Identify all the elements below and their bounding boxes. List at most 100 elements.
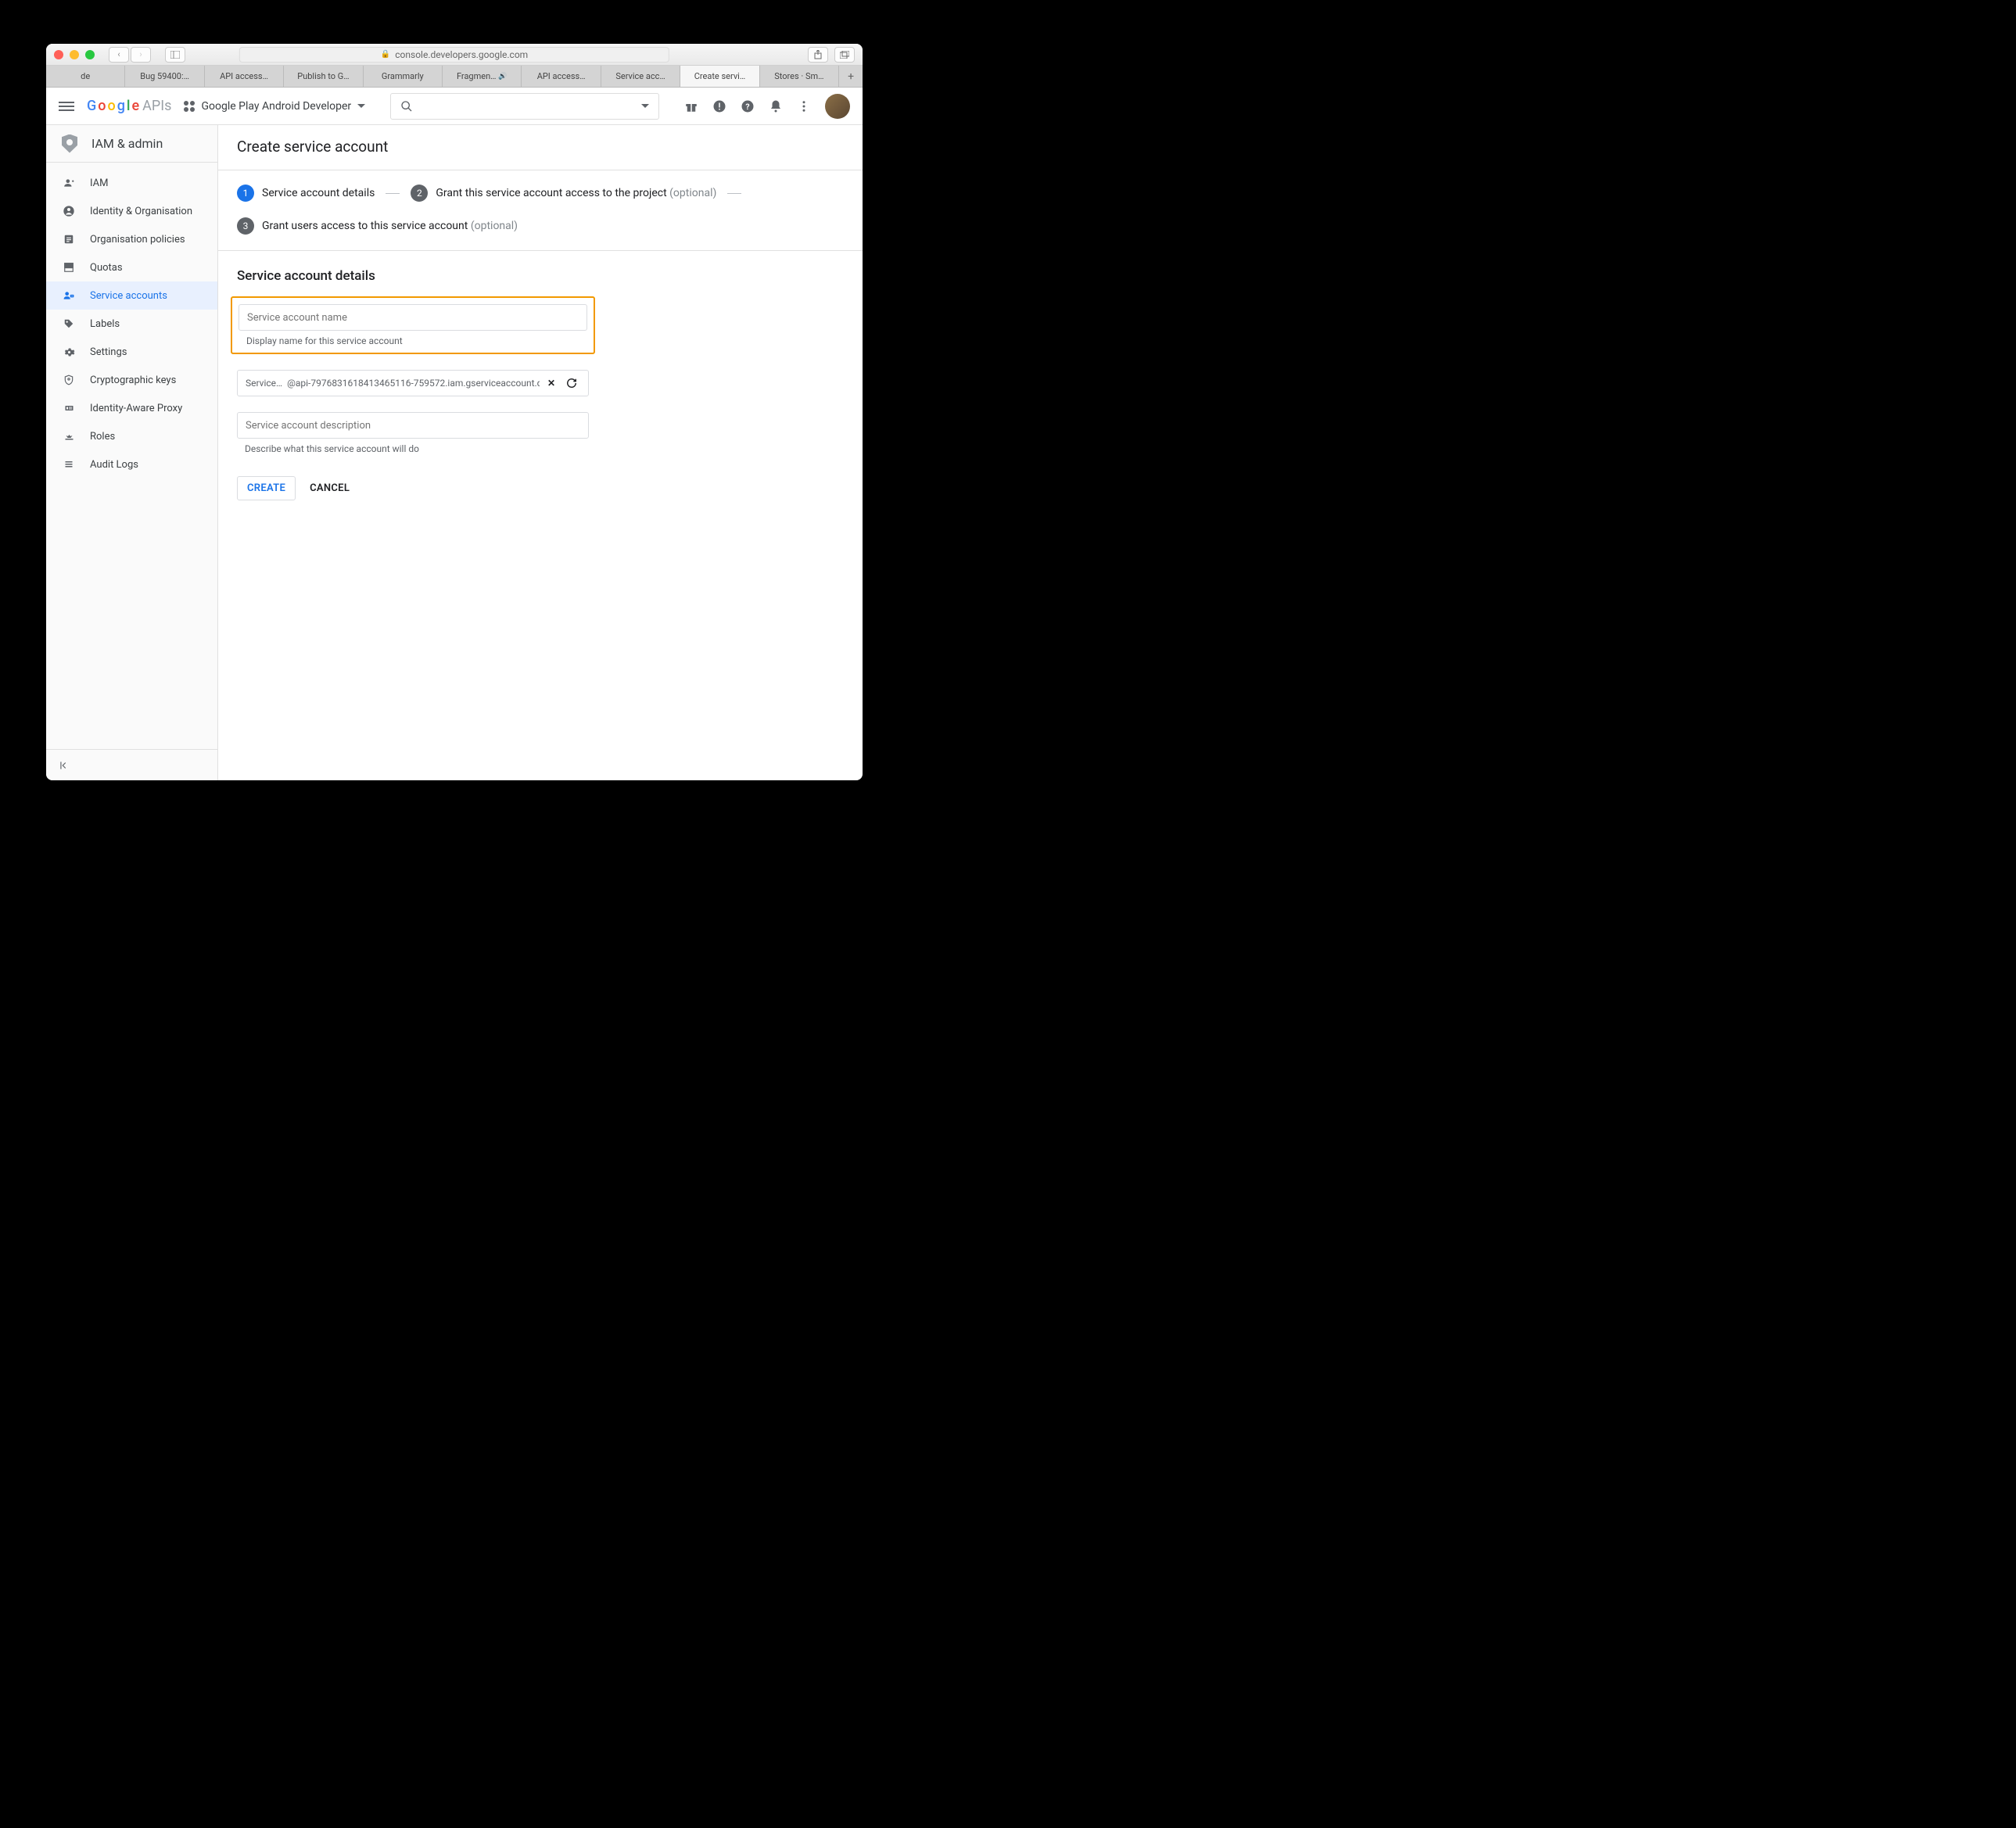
- form-buttons: CREATE CANCEL: [237, 476, 844, 500]
- sidebar-header: IAM & admin: [46, 125, 217, 163]
- project-icon: [184, 101, 195, 112]
- browser-tab-strip: de Bug 59400:… API access… Publish to G……: [46, 66, 863, 88]
- window-close-button[interactable]: [54, 50, 63, 59]
- refresh-icon[interactable]: [563, 378, 580, 389]
- main-content: Create service account 1 Service account…: [218, 125, 863, 780]
- quota-icon: [62, 262, 76, 273]
- cancel-button[interactable]: CANCEL: [310, 482, 350, 494]
- step-1[interactable]: 1 Service account details: [237, 185, 375, 202]
- browser-tab[interactable]: Publish to G…: [284, 66, 363, 87]
- more-icon[interactable]: [797, 99, 811, 113]
- share-button[interactable]: [808, 47, 828, 63]
- logs-icon: [62, 460, 76, 469]
- browser-tab[interactable]: API access…: [205, 66, 284, 87]
- sidebar-nav: IAM Identity & Organisation Organisation…: [46, 163, 217, 749]
- sidebar-item-org-policies[interactable]: Organisation policies: [46, 225, 217, 253]
- search-box[interactable]: [390, 93, 659, 120]
- sidebar-item-label: Identity & Organisation: [90, 206, 192, 217]
- step-3[interactable]: 3 Grant users access to this service acc…: [237, 217, 518, 235]
- sidebar-item-label: Organisation policies: [90, 234, 185, 246]
- email-domain: @api-7976831618413465116-759572.iam.gser…: [287, 378, 540, 389]
- sidebar-toggle-button[interactable]: [165, 47, 185, 63]
- sidebar-item-label: Roles: [90, 431, 115, 443]
- service-account-description-input[interactable]: [237, 412, 589, 439]
- person-add-icon: [62, 177, 76, 188]
- menu-button[interactable]: [59, 102, 74, 111]
- browser-tab-active[interactable]: Create servi…: [680, 66, 759, 87]
- sidebar-item-iap[interactable]: Identity-Aware Proxy: [46, 394, 217, 422]
- shield-outline-icon: [62, 374, 76, 386]
- browser-tab[interactable]: Stores · Sm…: [760, 66, 839, 87]
- project-selector[interactable]: Google Play Android Developer: [184, 100, 365, 113]
- lock-icon: 🔒: [381, 50, 390, 59]
- iam-shield-icon: [62, 134, 77, 153]
- gear-icon: [62, 346, 76, 358]
- browser-tab[interactable]: Grammarly: [364, 66, 443, 87]
- address-bar[interactable]: 🔒 console.developers.google.com: [239, 47, 669, 63]
- sidebar: IAM & admin IAM Identity & Organisation …: [46, 125, 218, 780]
- forward-button[interactable]: ›: [131, 47, 151, 63]
- step-label: Service account details: [262, 187, 375, 199]
- page-title: Create service account: [237, 138, 844, 156]
- browser-tab[interactable]: API access…: [522, 66, 601, 87]
- sidebar-item-label: Cryptographic keys: [90, 375, 176, 386]
- roles-icon: [62, 432, 76, 441]
- clear-icon[interactable]: ✕: [544, 378, 558, 389]
- sidebar-item-audit-logs[interactable]: Audit Logs: [46, 450, 217, 479]
- step-2[interactable]: 2 Grant this service account access to t…: [411, 185, 716, 202]
- gift-icon[interactable]: [684, 99, 698, 113]
- search-dropdown-icon: [641, 104, 649, 108]
- nav-buttons: ‹ ›: [109, 47, 151, 63]
- user-avatar[interactable]: [825, 94, 850, 119]
- email-prefix: Service…: [246, 378, 282, 389]
- iap-icon: [62, 403, 76, 413]
- sidebar-title: IAM & admin: [91, 136, 163, 151]
- step-number: 3: [237, 217, 254, 235]
- sidebar-item-iam[interactable]: IAM: [46, 169, 217, 197]
- google-apis-logo[interactable]: Google APIs: [87, 98, 171, 114]
- service-account-name-input[interactable]: [239, 304, 587, 331]
- back-button[interactable]: ‹: [109, 47, 129, 63]
- chevron-left-icon: [59, 760, 70, 771]
- project-name: Google Play Android Developer: [201, 100, 351, 113]
- new-tab-button[interactable]: +: [839, 66, 863, 87]
- tag-icon: [62, 318, 76, 329]
- titlebar: ‹ › 🔒 console.developers.google.com 🔊 ⟳: [46, 44, 863, 66]
- sidebar-item-labels[interactable]: Labels: [46, 310, 217, 338]
- sidebar-item-label: Audit Logs: [90, 459, 138, 471]
- step-label: Grant this service account access to the…: [436, 187, 716, 199]
- sidebar-item-identity[interactable]: Identity & Organisation: [46, 197, 217, 225]
- sidebar-item-settings[interactable]: Settings: [46, 338, 217, 366]
- chevron-down-icon: [357, 104, 365, 108]
- browser-tab[interactable]: de: [46, 66, 125, 87]
- browser-tab[interactable]: Fragmen… 🔊: [443, 66, 522, 87]
- sidebar-item-service-accounts[interactable]: Service accounts: [46, 281, 217, 310]
- service-account-icon: [62, 290, 76, 301]
- sidebar-item-label: Identity-Aware Proxy: [90, 403, 182, 414]
- sidebar-item-quotas[interactable]: Quotas: [46, 253, 217, 281]
- search-icon: [400, 100, 413, 113]
- form-section-title: Service account details: [237, 268, 844, 284]
- browser-tab[interactable]: Bug 59400:…: [125, 66, 204, 87]
- browser-window: ‹ › 🔒 console.developers.google.com 🔊 ⟳: [46, 44, 863, 780]
- window-minimize-button[interactable]: [70, 50, 79, 59]
- alert-icon[interactable]: [712, 99, 726, 113]
- sidebar-item-label: IAM: [90, 177, 108, 189]
- list-box-icon: [62, 234, 76, 245]
- main-header: Create service account: [218, 125, 863, 170]
- name-helper-text: Display name for this service account: [239, 335, 587, 346]
- sidebar-item-crypto-keys[interactable]: Cryptographic keys: [46, 366, 217, 394]
- step-number: 1: [237, 185, 254, 202]
- help-icon[interactable]: ?: [741, 99, 755, 113]
- service-account-email-field[interactable]: Service… @api-7976831618413465116-759572…: [237, 370, 589, 396]
- sidebar-item-label: Service accounts: [90, 290, 167, 302]
- window-zoom-button[interactable]: [85, 50, 95, 59]
- stepper: 1 Service account details 2 Grant this s…: [218, 170, 863, 251]
- tabs-overview-button[interactable]: [834, 47, 855, 63]
- sidebar-item-roles[interactable]: Roles: [46, 422, 217, 450]
- notifications-icon[interactable]: [769, 99, 783, 113]
- browser-tab[interactable]: Service acc…: [601, 66, 680, 87]
- create-button[interactable]: CREATE: [237, 476, 296, 500]
- sidebar-collapse-button[interactable]: [46, 749, 217, 780]
- account-circle-icon: [62, 205, 76, 217]
